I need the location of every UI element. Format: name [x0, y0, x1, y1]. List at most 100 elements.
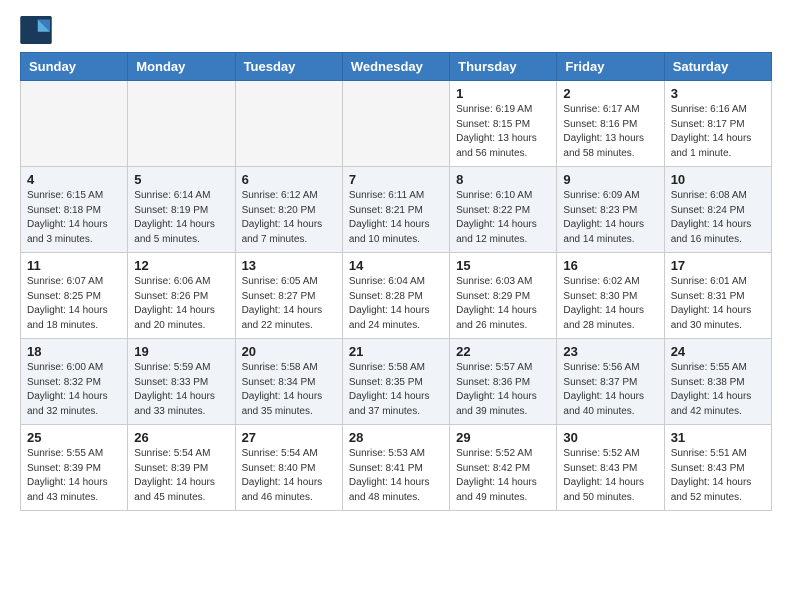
day-number: 7	[349, 172, 443, 187]
day-number: 11	[27, 258, 121, 273]
calendar-cell: 25Sunrise: 5:55 AMSunset: 8:39 PMDayligh…	[21, 425, 128, 511]
calendar-cell: 1 Sunrise: 6:19 AMSunset: 8:15 PMDaylight…	[450, 81, 557, 167]
day-number: 22	[456, 344, 550, 359]
calendar-cell: 16 Sunrise: 6:02 AMSunset: 8:30 PMDayligh…	[557, 253, 664, 339]
day-info: Sunrise: 6:07 AMSunset: 8:25 PMDaylight:…	[27, 275, 121, 333]
day-info: Sunrise: 5:58 AMSunset: 8:35 PMDaylight:…	[349, 361, 443, 419]
calendar-cell: 29 Sunrise: 5:52 AMSunset: 8:42 PMDayligh…	[450, 425, 557, 511]
calendar-cell	[342, 81, 449, 167]
day-number: 26	[134, 430, 228, 445]
calendar-cell: 11 Sunrise: 6:07 AMSunset: 8:25 PMDayligh…	[21, 253, 128, 339]
calendar-cell: 2 Sunrise: 6:17 AMSunset: 8:16 PMDaylight…	[557, 81, 664, 167]
day-number: 19	[134, 344, 228, 359]
day-info: Sunrise: 6:06 AMSunset: 8:26 PMDaylight:…	[134, 275, 228, 333]
day-number: 15	[456, 258, 550, 273]
day-info: Sunrise: 5:52 AMSunset: 8:42 PMDaylight:…	[456, 447, 550, 505]
day-info: Sunrise: 6:08 AMSunset: 8:24 PMDaylight:…	[671, 189, 765, 247]
day-info: Sunrise: 6:05 AMSunset: 8:27 PMDaylight:…	[242, 275, 336, 333]
calendar-row-2: 4 Sunrise: 6:15 AMSunset: 8:18 PMDaylight…	[21, 167, 772, 253]
col-header-sunday: Sunday	[21, 53, 128, 81]
calendar-cell: 20 Sunrise: 5:58 AMSunset: 8:34 PMDayligh…	[235, 339, 342, 425]
day-number: 30	[563, 430, 657, 445]
day-info: Sunrise: 6:09 AMSunset: 8:23 PMDaylight:…	[563, 189, 657, 247]
logo	[20, 16, 56, 44]
calendar-row-4: 18Sunrise: 6:00 AMSunset: 8:32 PMDayligh…	[21, 339, 772, 425]
day-info: Sunrise: 5:57 AMSunset: 8:36 PMDaylight:…	[456, 361, 550, 419]
day-number: 28	[349, 430, 443, 445]
day-number: 5	[134, 172, 228, 187]
day-info: Sunrise: 5:55 AMSunset: 8:39 PMDaylight:…	[27, 447, 121, 505]
day-info: Sunrise: 6:04 AMSunset: 8:28 PMDaylight:…	[349, 275, 443, 333]
calendar-row-3: 11 Sunrise: 6:07 AMSunset: 8:25 PMDayligh…	[21, 253, 772, 339]
day-number: 6	[242, 172, 336, 187]
col-header-friday: Friday	[557, 53, 664, 81]
day-number: 10	[671, 172, 765, 187]
calendar-cell: 26 Sunrise: 5:54 AMSunset: 8:39 PMDayligh…	[128, 425, 235, 511]
day-info: Sunrise: 5:59 AMSunset: 8:33 PMDaylight:…	[134, 361, 228, 419]
day-number: 20	[242, 344, 336, 359]
calendar-row-5: 25Sunrise: 5:55 AMSunset: 8:39 PMDayligh…	[21, 425, 772, 511]
calendar-header-row: SundayMondayTuesdayWednesdayThursdayFrid…	[21, 53, 772, 81]
calendar: SundayMondayTuesdayWednesdayThursdayFrid…	[20, 52, 772, 511]
calendar-cell: 9 Sunrise: 6:09 AMSunset: 8:23 PMDaylight…	[557, 167, 664, 253]
calendar-cell: 21 Sunrise: 5:58 AMSunset: 8:35 PMDayligh…	[342, 339, 449, 425]
day-number: 9	[563, 172, 657, 187]
day-number: 17	[671, 258, 765, 273]
day-info: Sunrise: 5:58 AMSunset: 8:34 PMDaylight:…	[242, 361, 336, 419]
day-info: Sunrise: 5:54 AMSunset: 8:39 PMDaylight:…	[134, 447, 228, 505]
day-info: Sunrise: 5:51 AMSunset: 8:43 PMDaylight:…	[671, 447, 765, 505]
calendar-cell: 28 Sunrise: 5:53 AMSunset: 8:41 PMDayligh…	[342, 425, 449, 511]
calendar-cell: 12 Sunrise: 6:06 AMSunset: 8:26 PMDayligh…	[128, 253, 235, 339]
calendar-cell	[235, 81, 342, 167]
day-number: 13	[242, 258, 336, 273]
day-info: Sunrise: 6:10 AMSunset: 8:22 PMDaylight:…	[456, 189, 550, 247]
day-info: Sunrise: 5:53 AMSunset: 8:41 PMDaylight:…	[349, 447, 443, 505]
calendar-cell: 5 Sunrise: 6:14 AMSunset: 8:19 PMDaylight…	[128, 167, 235, 253]
day-info: Sunrise: 5:54 AMSunset: 8:40 PMDaylight:…	[242, 447, 336, 505]
calendar-cell: 7Sunrise: 6:11 AMSunset: 8:21 PMDaylight…	[342, 167, 449, 253]
calendar-cell: 14 Sunrise: 6:04 AMSunset: 8:28 PMDayligh…	[342, 253, 449, 339]
day-info: Sunrise: 5:55 AMSunset: 8:38 PMDaylight:…	[671, 361, 765, 419]
day-info: Sunrise: 6:12 AMSunset: 8:20 PMDaylight:…	[242, 189, 336, 247]
day-number: 3	[671, 86, 765, 101]
day-number: 16	[563, 258, 657, 273]
day-info: Sunrise: 6:15 AMSunset: 8:18 PMDaylight:…	[27, 189, 121, 247]
day-number: 4	[27, 172, 121, 187]
day-number: 14	[349, 258, 443, 273]
day-number: 8	[456, 172, 550, 187]
calendar-cell: 27Sunrise: 5:54 AMSunset: 8:40 PMDayligh…	[235, 425, 342, 511]
calendar-cell: 10 Sunrise: 6:08 AMSunset: 8:24 PMDayligh…	[664, 167, 771, 253]
day-info: Sunrise: 6:19 AMSunset: 8:15 PMDaylight:…	[456, 103, 550, 161]
col-header-wednesday: Wednesday	[342, 53, 449, 81]
calendar-row-1: 1 Sunrise: 6:19 AMSunset: 8:15 PMDaylight…	[21, 81, 772, 167]
calendar-cell	[21, 81, 128, 167]
day-number: 2	[563, 86, 657, 101]
day-number: 21	[349, 344, 443, 359]
page: SundayMondayTuesdayWednesdayThursdayFrid…	[0, 0, 792, 527]
calendar-cell: 17Sunrise: 6:01 AMSunset: 8:31 PMDayligh…	[664, 253, 771, 339]
day-info: Sunrise: 6:14 AMSunset: 8:19 PMDaylight:…	[134, 189, 228, 247]
logo-icon	[20, 16, 52, 44]
day-info: Sunrise: 6:17 AMSunset: 8:16 PMDaylight:…	[563, 103, 657, 161]
day-number: 24	[671, 344, 765, 359]
calendar-cell: 18Sunrise: 6:00 AMSunset: 8:32 PMDayligh…	[21, 339, 128, 425]
calendar-cell: 30Sunrise: 5:52 AMSunset: 8:43 PMDayligh…	[557, 425, 664, 511]
calendar-cell: 15 Sunrise: 6:03 AMSunset: 8:29 PMDayligh…	[450, 253, 557, 339]
day-info: Sunrise: 6:03 AMSunset: 8:29 PMDaylight:…	[456, 275, 550, 333]
day-number: 12	[134, 258, 228, 273]
day-info: Sunrise: 6:00 AMSunset: 8:32 PMDaylight:…	[27, 361, 121, 419]
day-number: 29	[456, 430, 550, 445]
calendar-cell: 8 Sunrise: 6:10 AMSunset: 8:22 PMDaylight…	[450, 167, 557, 253]
calendar-cell: 19 Sunrise: 5:59 AMSunset: 8:33 PMDayligh…	[128, 339, 235, 425]
day-number: 31	[671, 430, 765, 445]
day-info: Sunrise: 6:02 AMSunset: 8:30 PMDaylight:…	[563, 275, 657, 333]
day-number: 1	[456, 86, 550, 101]
day-info: Sunrise: 5:56 AMSunset: 8:37 PMDaylight:…	[563, 361, 657, 419]
calendar-cell: 22 Sunrise: 5:57 AMSunset: 8:36 PMDayligh…	[450, 339, 557, 425]
calendar-cell: 23Sunrise: 5:56 AMSunset: 8:37 PMDayligh…	[557, 339, 664, 425]
header	[20, 16, 772, 44]
calendar-cell	[128, 81, 235, 167]
calendar-cell: 13 Sunrise: 6:05 AMSunset: 8:27 PMDayligh…	[235, 253, 342, 339]
day-info: Sunrise: 6:16 AMSunset: 8:17 PMDaylight:…	[671, 103, 765, 161]
calendar-cell: 31 Sunrise: 5:51 AMSunset: 8:43 PMDayligh…	[664, 425, 771, 511]
